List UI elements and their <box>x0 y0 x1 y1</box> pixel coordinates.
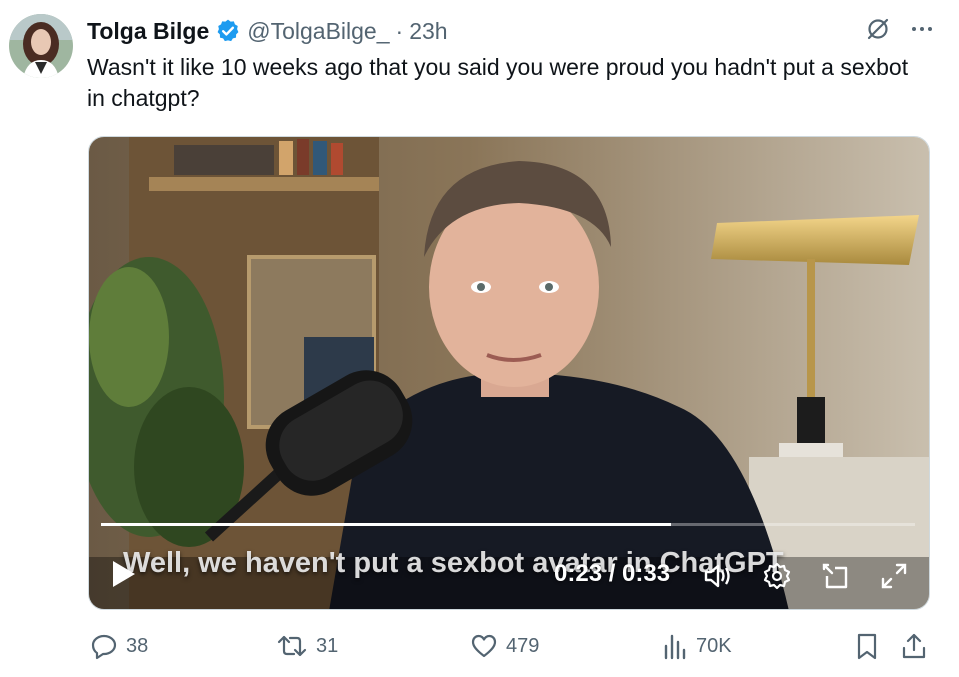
share-icon <box>902 633 926 659</box>
video-frame[interactable] <box>89 137 930 610</box>
fullscreen-icon[interactable] <box>879 561 909 591</box>
repost-icon <box>277 635 307 657</box>
video-caption: Well, we haven't put a sexbot avatar in … <box>123 547 784 579</box>
reply-button[interactable]: 38 <box>90 632 148 660</box>
video-progress-bar[interactable] <box>101 523 915 526</box>
more-icon[interactable] <box>909 16 935 42</box>
separator-dot: · <box>395 17 404 44</box>
video-time: 0:23 / 0:33 <box>554 560 671 587</box>
tweet-actions: 38 31 479 70K <box>88 632 930 664</box>
like-button[interactable]: 479 <box>470 632 539 660</box>
author-handle[interactable]: @TolgaBilge_ <box>247 18 389 45</box>
pip-icon[interactable] <box>820 561 850 591</box>
repost-button[interactable]: 31 <box>276 632 338 660</box>
verified-icon <box>215 18 241 44</box>
settings-icon[interactable] <box>762 561 792 591</box>
share-button[interactable] <box>900 632 928 660</box>
views-button[interactable]: 70K <box>662 632 732 660</box>
video-progress-fill <box>101 523 671 526</box>
views-icon <box>664 634 686 660</box>
avatar[interactable] <box>9 14 73 78</box>
video-player[interactable]: Well, we haven't put a sexbot avatar in … <box>88 136 930 610</box>
views-count: 70K <box>696 634 732 657</box>
volume-icon[interactable] <box>702 561 732 591</box>
reply-icon <box>91 634 117 660</box>
bookmark-button[interactable] <box>854 632 880 660</box>
like-count: 479 <box>506 634 540 657</box>
reply-count: 38 <box>126 634 149 657</box>
repost-count: 31 <box>316 634 339 657</box>
like-icon <box>471 634 497 658</box>
play-icon[interactable] <box>111 559 137 589</box>
author-name[interactable]: Tolga Bilge <box>87 18 209 45</box>
tweet-text: Wasn't it like 10 weeks ago that you sai… <box>87 54 909 111</box>
grok-icon[interactable] <box>865 16 891 42</box>
tweet-time[interactable]: 23h <box>409 18 447 45</box>
tweet-header: Tolga Bilge @TolgaBilge_ · 23h <box>87 14 939 48</box>
bookmark-icon <box>857 633 877 660</box>
